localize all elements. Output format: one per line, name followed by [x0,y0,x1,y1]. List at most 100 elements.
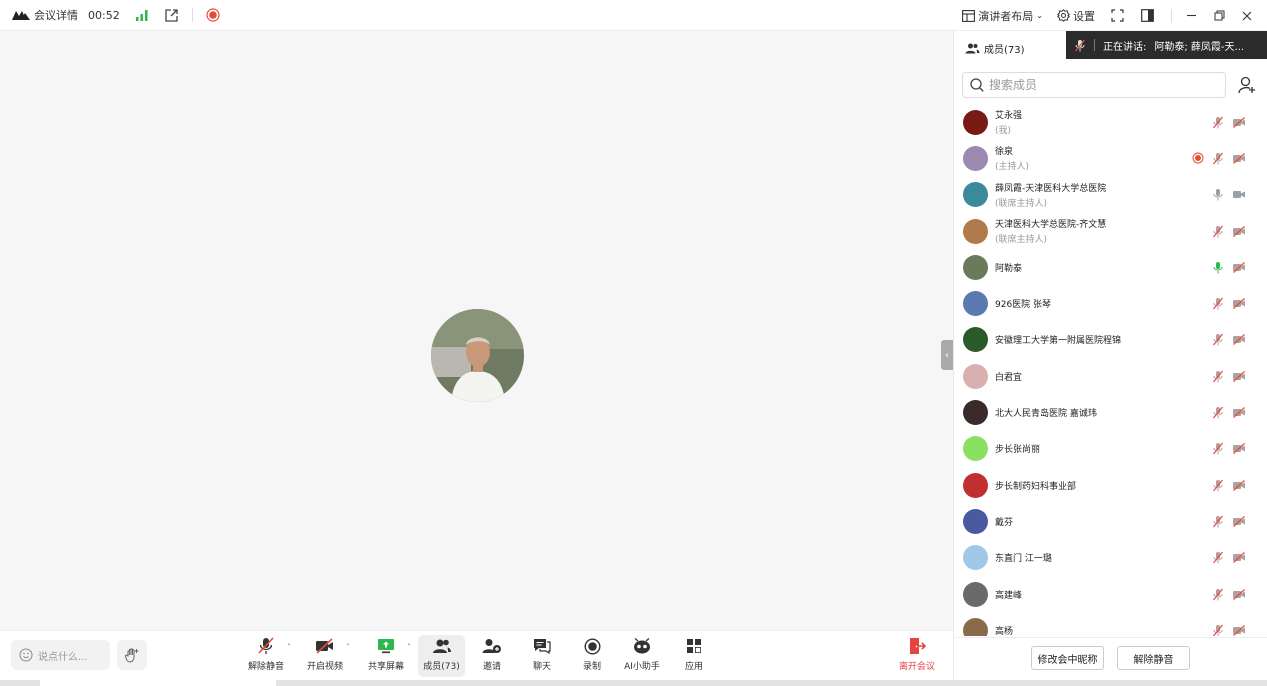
mic-muted-icon[interactable] [1212,116,1224,129]
member-row[interactable]: 白君宜 [954,358,1267,394]
camera-off-icon[interactable] [1232,152,1246,164]
recording-indicator-icon[interactable] [203,5,223,25]
mic-muted-icon[interactable] [1212,152,1224,165]
member-row[interactable]: 徐泉 (主持人) [954,140,1267,176]
meeting-details-link[interactable]: 会议详情 [34,7,78,23]
camera-off-icon[interactable] [1232,479,1246,491]
avatar [963,291,988,317]
ai-assistant-button[interactable]: AI小助手 [620,635,664,677]
divider [1094,39,1095,51]
member-row[interactable]: 戴芬 [954,503,1267,539]
mic-icon[interactable] [1212,188,1224,201]
member-row[interactable]: 艾永强 (我) [954,104,1267,140]
mic-muted-icon[interactable] [1212,370,1224,383]
invite-label: 邀请 [482,662,501,672]
camera-off-icon[interactable] [1232,225,1246,237]
camera-off-icon[interactable] [1232,515,1246,527]
avatar [963,617,988,636]
meeting-window: 会议详情 00:52 演讲者布局 ⌄ 设置 ‹ 说点什么... 解除静音 ˆ 开… [0,0,1267,686]
chat-icon [534,639,551,654]
camera-off-icon[interactable] [1232,370,1246,382]
avatar [963,145,988,171]
layout-button[interactable]: 演讲者布局 ⌄ [962,8,1043,24]
unmute-self-button[interactable]: 解除静音 [1117,646,1190,670]
video-stage[interactable]: ‹ [0,31,953,630]
member-name: 薛凤霞-天津医科大学总医院 [995,183,1107,194]
member-search-input[interactable] [989,78,1209,92]
mic-muted-icon[interactable] [1212,333,1224,346]
invite-button[interactable]: 邀请 [474,635,510,677]
camera-off-icon[interactable] [1232,407,1246,418]
member-role: (我) [995,126,1012,137]
divider [191,8,193,22]
share-screen-button[interactable]: 共享屏幕 [364,635,408,677]
rename-in-meeting-button[interactable]: 修改会中昵称 [1031,646,1104,670]
record-button[interactable]: 录制 [574,635,610,677]
camera-off-icon[interactable] [1232,624,1246,636]
member-row[interactable]: 东直门 江一璐 [954,540,1267,576]
member-name: 阿勒泰 [995,263,1023,274]
mic-muted-icon[interactable] [1212,479,1224,492]
unmute-label: 解除静音 [247,662,284,672]
audio-options-caret-icon[interactable]: ˆ [287,643,291,652]
member-row[interactable]: 安徽理工大学第一附属医院程锦 [954,322,1267,358]
members-button[interactable]: 成员(73) [418,635,465,677]
member-row[interactable]: 阿勒泰 [954,249,1267,285]
unmute-button[interactable]: 解除静音 [244,635,288,677]
raise-hand-button[interactable] [117,640,147,670]
member-status-icons [1204,479,1246,492]
member-name: 安徽理工大学第一附属医院程锦 [995,336,1122,347]
apps-button[interactable]: 应用 [676,635,712,677]
search-icon [970,78,984,92]
share-options-caret-icon[interactable]: ˆ [407,643,411,652]
camera-off-icon[interactable] [1232,443,1246,455]
mic-muted-icon [1074,39,1086,51]
share-link-icon[interactable] [162,5,182,25]
member-row[interactable]: 926医院 张琴 [954,285,1267,321]
close-button[interactable] [1242,11,1255,21]
mic-muted-icon[interactable] [1212,624,1224,636]
member-status-icons [1204,588,1246,601]
camera-off-icon[interactable] [1232,298,1246,310]
mic-muted-icon[interactable] [1212,515,1224,528]
say-something-input[interactable]: 说点什么... [11,640,110,670]
camera-off-icon[interactable] [1232,261,1246,273]
member-row[interactable]: 步长张尚丽 [954,431,1267,467]
mic-muted-icon[interactable] [1212,406,1224,419]
settings-button[interactable]: 设置 [1057,8,1095,24]
camera-off-icon[interactable] [1232,116,1246,128]
fullscreen-button[interactable] [1111,9,1127,22]
mic-muted-icon[interactable] [1212,225,1224,238]
mic-icon[interactable] [1212,261,1224,274]
camera-icon[interactable] [1232,189,1246,200]
mic-muted-icon[interactable] [1212,442,1224,455]
collapse-panel-tab[interactable]: ‹ [941,340,953,370]
camera-off-icon[interactable] [1232,552,1246,564]
mic-muted-icon[interactable] [1212,588,1224,601]
meeting-duration: 00:52 [88,8,120,22]
camera-off-icon[interactable] [1232,588,1246,600]
bottom-toolbar: 说点什么... 解除静音 ˆ 开启视频 ˆ 共享屏幕 ˆ 成员(73) 邀请 聊… [0,630,953,680]
mic-muted-icon[interactable] [1212,297,1224,310]
add-member-button[interactable] [1234,72,1260,98]
member-search-box[interactable] [962,72,1226,98]
start-video-button[interactable]: 开启视频 [303,635,347,677]
video-options-caret-icon[interactable]: ˆ [346,643,350,652]
restore-button[interactable] [1214,10,1228,21]
sidebar-toggle-button[interactable] [1141,9,1157,22]
settings-label: 设置 [1073,9,1095,23]
chat-button[interactable]: 聊天 [524,635,560,677]
member-row[interactable]: 北大人民青岛医院 嘉诚玮 [954,394,1267,430]
camera-off-icon[interactable] [1232,334,1246,346]
member-row[interactable]: 高杨 [954,612,1267,636]
minimize-button[interactable] [1186,10,1200,21]
signal-strength-icon[interactable] [132,5,152,25]
member-row[interactable]: 步长制药妇科事业部 [954,467,1267,503]
member-text: 阿勒泰 [995,261,1022,274]
member-row[interactable]: 高建峰 [954,576,1267,612]
leave-meeting-button[interactable]: 离开会议 [895,635,939,677]
mic-muted-icon[interactable] [1212,551,1224,564]
member-row[interactable]: 薛凤霞-天津医科大学总医院 (联席主持人) [954,177,1267,213]
member-row[interactable]: 天津医科大学总医院-齐文慧 (联席主持人) [954,213,1267,249]
member-list[interactable]: 艾永强 (我) 徐泉 (主持人) 薛凤霞-天津医科大学总医院 (联席主持人) 天津医科大学总… [954,104,1267,636]
